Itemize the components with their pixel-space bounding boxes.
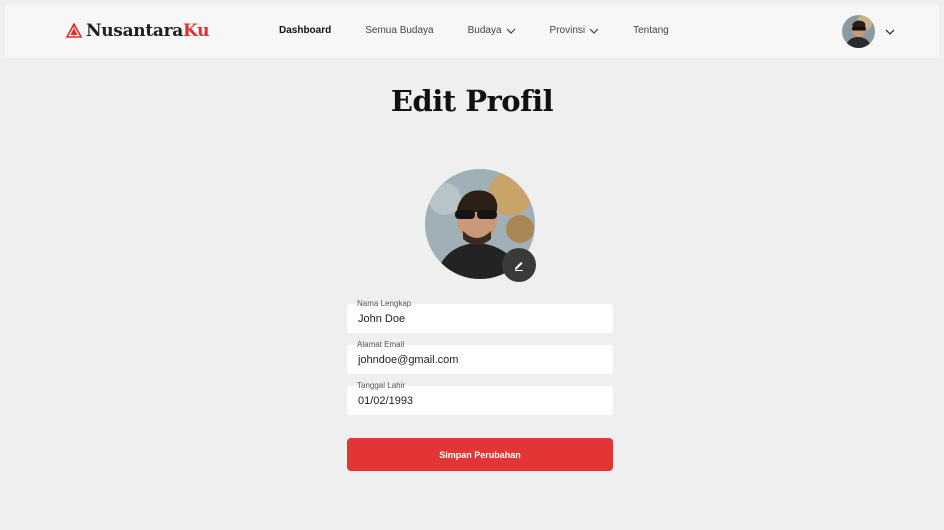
brand-logo[interactable]: NusantaraKu: [66, 21, 209, 41]
birth-date-input[interactable]: [358, 395, 598, 407]
chevron-down-icon[interactable]: [885, 28, 895, 36]
main-nav: Dashboard Semua Budaya Budaya Provinsi T…: [279, 25, 703, 36]
nav-budaya-dropdown[interactable]: Budaya: [468, 25, 516, 36]
birth-date-field: Tanggal Lahir: [347, 381, 613, 415]
nav-dashboard-label: Dashboard: [279, 25, 332, 36]
full-name-field: Nama Lengkap: [347, 299, 613, 333]
email-field: Alamat Email: [347, 340, 613, 374]
nav-provinsi-dropdown[interactable]: Provinsi: [550, 25, 600, 36]
full-name-input[interactable]: [358, 313, 598, 325]
edit-photo-button[interactable]: [502, 248, 536, 282]
nav-dashboard[interactable]: Dashboard: [279, 25, 331, 36]
save-changes-button[interactable]: Simpan Perubahan: [347, 438, 613, 471]
nav-tentang[interactable]: Tentang: [633, 25, 669, 36]
email-input[interactable]: [358, 354, 598, 366]
nav-provinsi-label: Provinsi: [549, 25, 586, 36]
full-name-label: Nama Lengkap: [355, 299, 415, 308]
nav-budaya-label: Budaya: [467, 25, 502, 36]
logo-icon: [66, 23, 82, 38]
user-menu[interactable]: [842, 15, 895, 48]
nav-semua-budaya[interactable]: Semua Budaya: [365, 25, 433, 36]
user-avatar-icon: [842, 15, 875, 48]
page-title: Edit Profil: [390, 84, 554, 118]
nav-tentang-label: Tentang: [633, 25, 669, 36]
chevron-down-icon: [506, 28, 515, 34]
pencil-icon: [515, 262, 523, 271]
nav-semua-budaya-label: Semua Budaya: [365, 25, 434, 36]
avatar[interactable]: [842, 15, 875, 48]
birth-date-label: Tanggal Lahir: [355, 381, 409, 390]
brand-name: NusantaraKu: [86, 21, 210, 41]
chevron-down-icon: [589, 28, 599, 34]
navbar: NusantaraKu Dashboard Semua Budaya Buday…: [5, 5, 939, 58]
email-label: Alamat Email: [355, 340, 408, 349]
